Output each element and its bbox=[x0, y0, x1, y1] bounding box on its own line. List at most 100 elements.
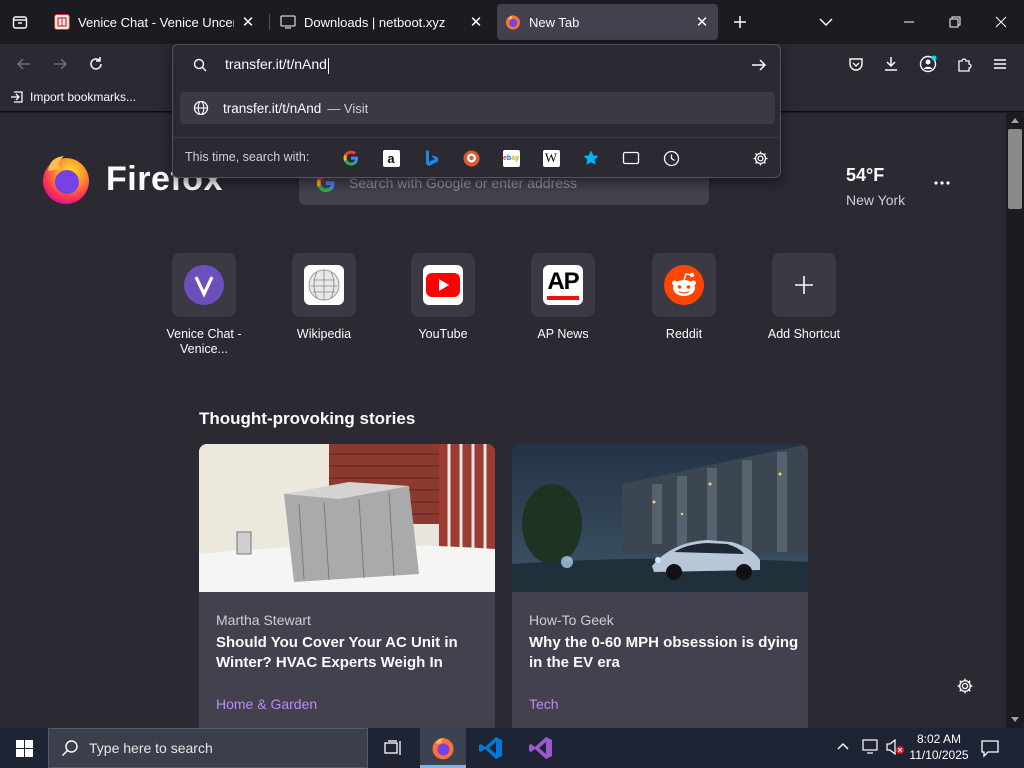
plus-icon bbox=[734, 16, 746, 28]
story-card[interactable]: Martha Stewart Should You Cover Your AC … bbox=[199, 444, 495, 728]
app-menu-button[interactable] bbox=[984, 48, 1016, 80]
bing-icon[interactable] bbox=[419, 146, 443, 170]
shortcut-label: AP News bbox=[537, 327, 589, 341]
tab-title: Downloads | netboot.xyz bbox=[304, 14, 446, 30]
tab-new-tab[interactable]: New Tab ✕ bbox=[497, 4, 718, 40]
weather-location: New York bbox=[846, 192, 906, 208]
weather-widget[interactable]: 54°F New York bbox=[846, 165, 905, 208]
shortcut-wikipedia[interactable]: Wikipedia bbox=[274, 253, 374, 342]
taskbar-visual-studio-button[interactable] bbox=[518, 728, 564, 768]
shortcut-ap-news[interactable]: AP AP News bbox=[513, 253, 613, 342]
tab-title: New Tab bbox=[529, 14, 580, 30]
pocket-button[interactable] bbox=[840, 48, 872, 80]
taskbar-search-box[interactable]: Type here to search bbox=[48, 728, 368, 768]
story-headline: Why the 0-60 MPH obsession is dying in t… bbox=[529, 634, 799, 671]
shortcut-youtube[interactable]: YouTube bbox=[393, 253, 493, 342]
story-image-ac-unit bbox=[199, 444, 495, 592]
shortcut-venice-chat[interactable]: Venice Chat - Venice... bbox=[154, 253, 254, 357]
reddit-icon bbox=[664, 265, 704, 305]
downloads-button[interactable] bbox=[875, 48, 907, 80]
go-arrow-icon[interactable] bbox=[751, 58, 767, 72]
story-image-ev-car bbox=[512, 444, 808, 592]
shortcut-add[interactable]: Add Shortcut bbox=[754, 253, 854, 342]
shortcut-label: YouTube bbox=[418, 327, 468, 341]
google-icon[interactable] bbox=[339, 146, 363, 170]
scroll-up-icon[interactable] bbox=[1011, 117, 1019, 123]
more-dots-icon bbox=[934, 181, 950, 185]
globe-icon bbox=[193, 100, 209, 116]
forward-arrow-icon bbox=[54, 58, 68, 70]
restore-button[interactable] bbox=[932, 0, 978, 44]
firefox-favicon-icon bbox=[505, 14, 521, 30]
tab-list-button[interactable] bbox=[0, 0, 40, 44]
ebay-icon[interactable]: ebay bbox=[499, 146, 523, 170]
import-icon bbox=[11, 91, 23, 103]
download-icon bbox=[885, 57, 897, 71]
hamburger-menu-icon bbox=[994, 59, 1006, 69]
notifications-button[interactable] bbox=[980, 738, 1000, 763]
tab-venice-chat[interactable]: Venice Chat - Venice Uncensored ✕ bbox=[46, 4, 264, 40]
taskbar-firefox-button[interactable] bbox=[420, 728, 466, 768]
start-button[interactable] bbox=[0, 728, 48, 768]
story-category[interactable]: Tech bbox=[529, 696, 559, 712]
url-input-value: transfer.it/t/nAnd bbox=[225, 56, 327, 73]
back-arrow-icon bbox=[16, 58, 30, 70]
url-suggestion-row[interactable]: transfer.it/t/nAnd — Visit bbox=[180, 92, 775, 124]
search-settings-gear-icon[interactable] bbox=[748, 146, 772, 170]
show-hidden-icons-button[interactable] bbox=[836, 740, 850, 759]
scrollbar-thumb[interactable] bbox=[1008, 129, 1022, 209]
task-view-icon bbox=[384, 740, 401, 755]
back-button[interactable] bbox=[8, 48, 40, 80]
wikipedia-icon[interactable]: W bbox=[539, 146, 563, 170]
tab-strip: Venice Chat - Venice Uncensored ✕ Downlo… bbox=[0, 0, 1024, 44]
shortcut-reddit[interactable]: Reddit bbox=[634, 253, 734, 342]
tab-close-icon[interactable]: ✕ bbox=[240, 13, 256, 31]
import-bookmarks-button[interactable]: Import bookmarks... bbox=[10, 90, 136, 104]
scroll-down-icon[interactable] bbox=[1011, 717, 1019, 723]
story-card[interactable]: How-To Geek Why the 0-60 MPH obsession i… bbox=[512, 444, 808, 728]
puzzle-icon bbox=[958, 58, 972, 72]
amazon-icon[interactable]: a bbox=[379, 146, 403, 170]
personalize-button[interactable] bbox=[956, 677, 976, 697]
tab-separator bbox=[269, 14, 270, 30]
tab-close-icon[interactable]: ✕ bbox=[694, 13, 710, 31]
volume-status[interactable] bbox=[886, 738, 906, 760]
notification-icon bbox=[981, 740, 999, 758]
list-all-tabs-button[interactable] bbox=[803, 0, 849, 44]
shortcut-label: Wikipedia bbox=[296, 327, 352, 341]
story-headline: Should You Cover Your AC Unit in Winter?… bbox=[216, 634, 458, 671]
visual-studio-icon bbox=[529, 737, 552, 759]
tab-close-icon[interactable]: ✕ bbox=[468, 13, 484, 31]
account-button[interactable] bbox=[912, 48, 944, 80]
reload-icon bbox=[90, 57, 102, 70]
one-off-search-bar: This time, search with: a ebay W bbox=[173, 137, 780, 177]
reload-button[interactable] bbox=[80, 48, 112, 80]
chevron-up-icon bbox=[837, 743, 849, 750]
duckduckgo-icon[interactable] bbox=[459, 146, 483, 170]
taskbar-vscode-button[interactable] bbox=[468, 728, 514, 768]
tab-downloads-netboot[interactable]: Downloads | netboot.xyz ✕ bbox=[272, 4, 492, 40]
story-category[interactable]: Home & Garden bbox=[216, 696, 317, 712]
weather-menu-button[interactable] bbox=[930, 173, 954, 193]
extensions-button[interactable] bbox=[948, 48, 980, 80]
forward-button[interactable] bbox=[44, 48, 76, 80]
network-icon bbox=[862, 739, 878, 754]
ap-news-logo-text: AP bbox=[547, 268, 579, 295]
shortcut-label: Add Shortcut bbox=[767, 327, 841, 341]
task-view-button[interactable] bbox=[370, 728, 416, 768]
page-scrollbar[interactable] bbox=[1006, 113, 1024, 728]
import-bookmarks-label: Import bookmarks... bbox=[30, 90, 137, 104]
close-window-button[interactable] bbox=[978, 0, 1024, 44]
system-clock[interactable]: 8:02 AM 11/10/2025 bbox=[908, 731, 970, 763]
bookmarks-icon[interactable] bbox=[579, 146, 603, 170]
story-source: Martha Stewart bbox=[216, 612, 311, 628]
windows-taskbar: Type here to search 8:02 AM 11/10/2025 bbox=[0, 728, 1024, 768]
history-icon[interactable] bbox=[659, 146, 683, 170]
minimize-button[interactable] bbox=[886, 0, 932, 44]
firefox-view-icon bbox=[12, 16, 28, 29]
new-tab-button[interactable] bbox=[718, 0, 762, 44]
url-input[interactable]: transfer.it/t/nAnd bbox=[183, 49, 772, 81]
network-status[interactable] bbox=[862, 739, 880, 760]
tabs-icon[interactable] bbox=[619, 146, 643, 170]
shortcut-label: Reddit bbox=[665, 327, 703, 341]
